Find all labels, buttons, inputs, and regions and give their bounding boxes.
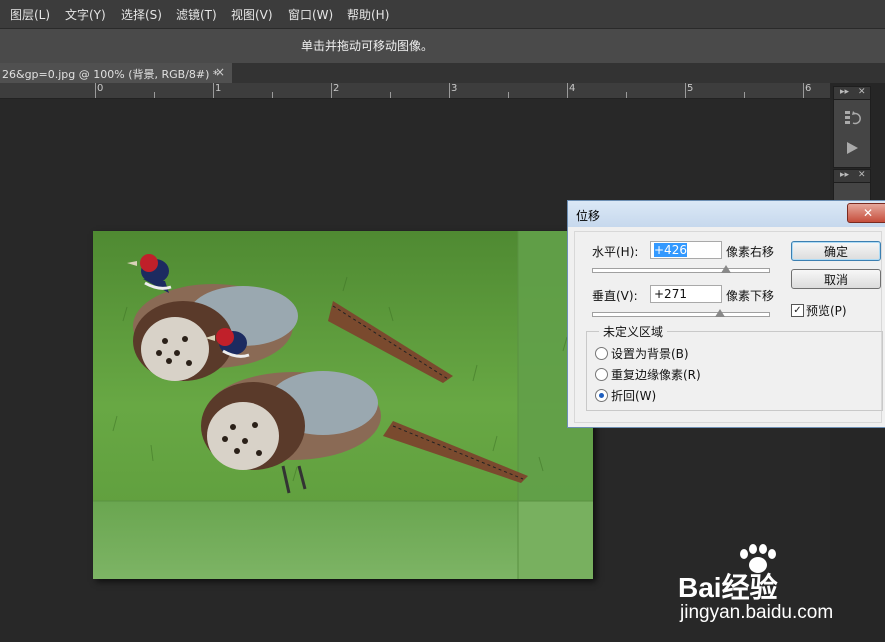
vertical-offset-value: +271 — [654, 287, 687, 301]
document-tab-bar: 26&gp=0.jpg @ 100% (背景, RGB/8#) * × — [0, 63, 885, 83]
close-icon[interactable]: × — [215, 65, 225, 79]
ruler-tick — [803, 83, 804, 98]
menu-type[interactable]: 文字(Y) — [65, 6, 106, 23]
document-canvas[interactable] — [93, 231, 593, 579]
close-icon[interactable]: ✕ — [858, 170, 866, 180]
menu-view[interactable]: 视图(V) — [231, 6, 273, 23]
baidu-jingyan-watermark: Bai经验 jingyan.baidu.com — [678, 540, 878, 630]
ruler-tick — [154, 92, 155, 98]
options-bar: 单击并拖动可移动图像。 — [0, 28, 885, 64]
cancel-button[interactable]: 取消 — [791, 269, 881, 289]
horizontal-label: 水平(H): — [592, 245, 639, 259]
dialog-titlebar[interactable]: 位移 ✕ — [568, 201, 885, 227]
vertical-unit-label: 像素下移 — [726, 289, 775, 303]
horizontal-slider-thumb[interactable] — [720, 265, 731, 273]
ruler-tick — [744, 92, 745, 98]
ruler-tick — [626, 92, 627, 98]
horizontal-unit-label: 像素右移 — [726, 245, 775, 259]
ruler-label: 4 — [569, 83, 576, 94]
vertical-slider-thumb[interactable] — [715, 309, 726, 317]
menu-layer[interactable]: 图层(L) — [10, 6, 50, 23]
menu-filter[interactable]: 滤镜(T) — [176, 6, 217, 23]
panel-header: ▸▸ ✕ — [834, 87, 870, 100]
panel-strip-history: ▸▸ ✕ — [833, 86, 871, 168]
ruler-tick — [95, 83, 96, 98]
vertical-slider-track[interactable] — [592, 312, 770, 317]
play-action-icon[interactable] — [838, 139, 866, 165]
panel-strip-secondary: ▸▸ ✕ — [833, 169, 871, 201]
preview-checkbox[interactable]: ✓ — [791, 304, 804, 317]
close-icon[interactable]: ✕ — [847, 203, 885, 223]
menu-help[interactable]: 帮助(H) — [347, 6, 389, 23]
ruler-label: 6 — [805, 83, 812, 94]
menu-bar: 图层(L) 文字(Y) 选择(S) 滤镜(T) 视图(V) 窗口(W) 帮助(H… — [0, 0, 885, 28]
menu-select[interactable]: 选择(S) — [121, 6, 162, 23]
ruler-tick — [331, 83, 332, 98]
radio-set-to-background[interactable] — [595, 347, 608, 360]
offset-dialog: 位移 ✕ 水平(H): +426 像素右移 垂直(V): +271 像素下移 确… — [567, 200, 885, 428]
options-hint-text: 单击并拖动可移动图像。 — [301, 39, 434, 53]
ruler-tick — [449, 83, 450, 98]
ruler-tick — [272, 92, 273, 98]
radio-label-wrap-around: 折回(W) — [611, 389, 657, 403]
ruler-label: 5 — [687, 83, 694, 94]
radio-wrap-around[interactable] — [595, 389, 608, 402]
radio-label-set-to-background: 设置为背景(B) — [611, 347, 689, 361]
horizontal-slider-track[interactable] — [592, 268, 770, 273]
panel-header: ▸▸ ✕ — [834, 170, 870, 183]
radio-repeat-edge-pixels[interactable] — [595, 368, 608, 381]
pheasant-photo — [93, 231, 593, 579]
history-icon[interactable] — [838, 109, 866, 135]
ruler-label: 0 — [97, 83, 104, 94]
horizontal-offset-input[interactable]: +426 — [650, 241, 722, 259]
vertical-offset-input[interactable]: +271 — [650, 285, 722, 303]
collapse-icon[interactable]: ▸▸ — [840, 170, 849, 180]
undefined-areas-group: 未定义区域 设置为背景(B) 重复边缘像素(R) 折回(W) — [586, 323, 883, 411]
ruler-label: 2 — [333, 83, 340, 94]
vertical-label: 垂直(V): — [592, 289, 638, 303]
watermark-brand: Bai经验 — [678, 572, 778, 603]
radio-label-repeat-edge-pixels: 重复边缘像素(R) — [611, 368, 701, 382]
ruler-tick — [685, 83, 686, 98]
ruler-tick — [213, 83, 214, 98]
preview-label: 预览(P) — [806, 304, 847, 318]
undefined-areas-legend: 未定义区域 — [599, 323, 668, 340]
document-tab-title: 26&gp=0.jpg @ 100% (背景, RGB/8#) * — [2, 68, 219, 81]
document-tab[interactable]: 26&gp=0.jpg @ 100% (背景, RGB/8#) * × — [0, 63, 232, 83]
ok-button[interactable]: 确定 — [791, 241, 881, 261]
ruler-tick — [390, 92, 391, 98]
dialog-title: 位移 — [576, 209, 601, 223]
ruler-tick — [508, 92, 509, 98]
ruler-tick — [567, 83, 568, 98]
collapse-icon[interactable]: ▸▸ — [840, 87, 849, 97]
ruler-label: 1 — [215, 83, 222, 94]
watermark-url: jingyan.baidu.com — [680, 602, 834, 623]
horizontal-ruler: 0 1 2 3 4 5 6 — [0, 83, 830, 99]
close-icon[interactable]: ✕ — [858, 87, 866, 97]
menu-window[interactable]: 窗口(W) — [288, 6, 333, 23]
ruler-label: 3 — [451, 83, 458, 94]
horizontal-offset-value: +426 — [654, 243, 687, 257]
